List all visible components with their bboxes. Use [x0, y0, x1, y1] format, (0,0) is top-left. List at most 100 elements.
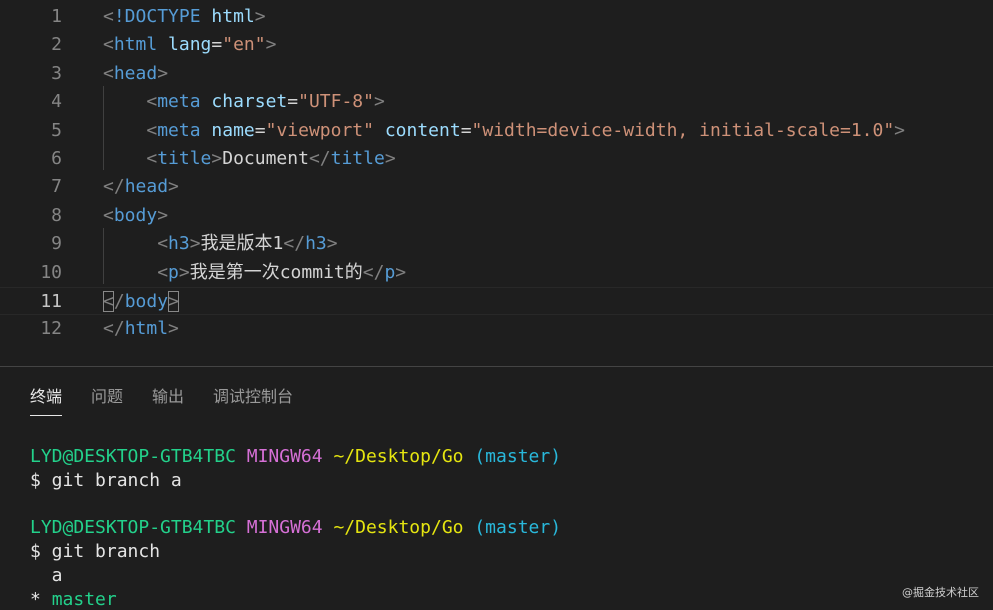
code-token: =	[460, 119, 472, 141]
code-token: </	[283, 233, 306, 255]
terminal-output[interactable]: LYD@DESKTOP-GTB4TBC MINGW64 ~/Desktop/Go…	[30, 445, 980, 610]
code-token: charset	[211, 91, 288, 113]
code-line[interactable]: 12 </html>	[0, 315, 993, 343]
code-token: <	[146, 119, 158, 141]
code-token: >	[168, 176, 179, 198]
code-token: p	[384, 261, 396, 283]
code-line[interactable]: 7 </head>	[0, 173, 993, 201]
code-token: html	[113, 34, 158, 56]
terminal-text: *	[30, 589, 52, 610]
code-token: "width=device-width, initial-scale=1.0"	[471, 119, 895, 141]
terminal-line: LYD@DESKTOP-GTB4TBC MINGW64 ~/Desktop/Go…	[30, 516, 980, 540]
code-text: </head>	[103, 173, 179, 201]
code-token: >	[326, 233, 338, 255]
code-line[interactable]: 5 <meta name="viewport" content="width=d…	[0, 117, 993, 145]
matched-bracket: <	[103, 291, 114, 312]
terminal-text: $ git branch a	[30, 470, 182, 491]
terminal-text: $ git branch	[30, 541, 161, 562]
code-token: 我是版本1	[200, 233, 284, 255]
code-line[interactable]: 4 <meta charset="UTF-8">	[0, 88, 993, 116]
code-token: /	[113, 291, 125, 312]
code-token: "UTF-8"	[298, 91, 374, 113]
code-text: <h3>我是版本1</h3>	[103, 230, 338, 258]
code-token: "en"	[222, 34, 266, 56]
terminal-line: a	[30, 564, 980, 588]
code-text: </html>	[103, 315, 179, 343]
code-line[interactable]: 3 <head>	[0, 60, 993, 88]
panel-tab[interactable]: 问题	[91, 385, 123, 415]
code-token: >	[384, 148, 396, 169]
terminal-text: MINGW64	[246, 517, 323, 538]
code-token: p	[168, 261, 179, 283]
bottom-panel: 终端 问题 输出 调试控制台 LYD@DESKTOP-GTB4TBC MINGW64 …	[0, 366, 993, 610]
code-text: <head>	[103, 60, 168, 88]
code-line[interactable]: 11 </body>	[0, 287, 993, 315]
code-token: >	[395, 261, 407, 283]
code-token: name	[211, 119, 255, 141]
code-token: 我是第一次commit的	[189, 261, 363, 283]
line-number: 3	[51, 62, 62, 84]
code-token: >	[373, 91, 385, 113]
code-line[interactable]: 9 <h3>我是版本1</h3>	[0, 230, 993, 258]
code-token: meta	[157, 119, 201, 141]
code-line[interactable]: 2 <html lang="en">	[0, 31, 993, 59]
line-number: 5	[51, 119, 62, 141]
panel-tabs: 终端 问题 输出 调试控制台	[30, 385, 293, 417]
terminal-text: master	[51, 589, 117, 610]
code-token: =	[254, 119, 266, 141]
terminal-text: (master)	[474, 517, 562, 538]
code-line[interactable]: 8 <body>	[0, 202, 993, 230]
code-token: !DOCTYPE	[113, 6, 201, 27]
code-text: <p>我是第一次commit的</p>	[103, 259, 406, 287]
code-token: >	[157, 204, 169, 226]
code-token: html	[211, 6, 255, 27]
code-token: >	[254, 6, 266, 27]
code-token: <	[157, 261, 169, 283]
code-token: >	[211, 148, 223, 169]
terminal-text: MINGW64	[246, 446, 323, 467]
code-line[interactable]: 6 <title>Document</title>	[0, 145, 993, 173]
terminal-line: $ git branch	[30, 540, 980, 564]
code-line[interactable]: 1 <!DOCTYPE html>	[0, 3, 993, 31]
code-text: <meta charset="UTF-8">	[103, 88, 385, 116]
code-text: <body>	[103, 202, 168, 230]
code-line[interactable]: 10 <p>我是第一次commit的</p>	[0, 259, 993, 287]
code-token: >	[157, 62, 169, 84]
code-editor[interactable]: 1 <!DOCTYPE html> 2 <html lang="en"> 3 <head>…	[0, 0, 993, 366]
line-number: 8	[51, 204, 62, 226]
line-number: 6	[51, 148, 62, 169]
line-number: 1	[51, 6, 62, 27]
terminal-text: ~/Desktop/Go	[333, 446, 464, 467]
code-token: >	[894, 119, 906, 141]
terminal-line: LYD@DESKTOP-GTB4TBC MINGW64 ~/Desktop/Go…	[30, 445, 980, 469]
code-token: <	[157, 233, 169, 255]
terminal-line: $ git branch a	[30, 469, 980, 493]
panel-tab[interactable]: 终端	[30, 385, 63, 416]
code-token: </	[362, 261, 385, 283]
matched-bracket: >	[168, 291, 179, 312]
panel-tab[interactable]: 输出	[152, 385, 184, 415]
code-token: head	[124, 176, 169, 198]
code-token: h3	[168, 233, 190, 255]
panel-tab[interactable]: 调试控制台	[213, 385, 293, 415]
line-number: 12	[40, 318, 62, 340]
code-text: </body>	[103, 288, 179, 316]
code-token: title	[330, 148, 385, 169]
code-token: >	[168, 318, 179, 340]
code-token: </	[103, 318, 125, 340]
terminal-line: * master	[30, 588, 980, 610]
code-token: Document	[222, 148, 309, 169]
code-token: title	[157, 148, 212, 169]
